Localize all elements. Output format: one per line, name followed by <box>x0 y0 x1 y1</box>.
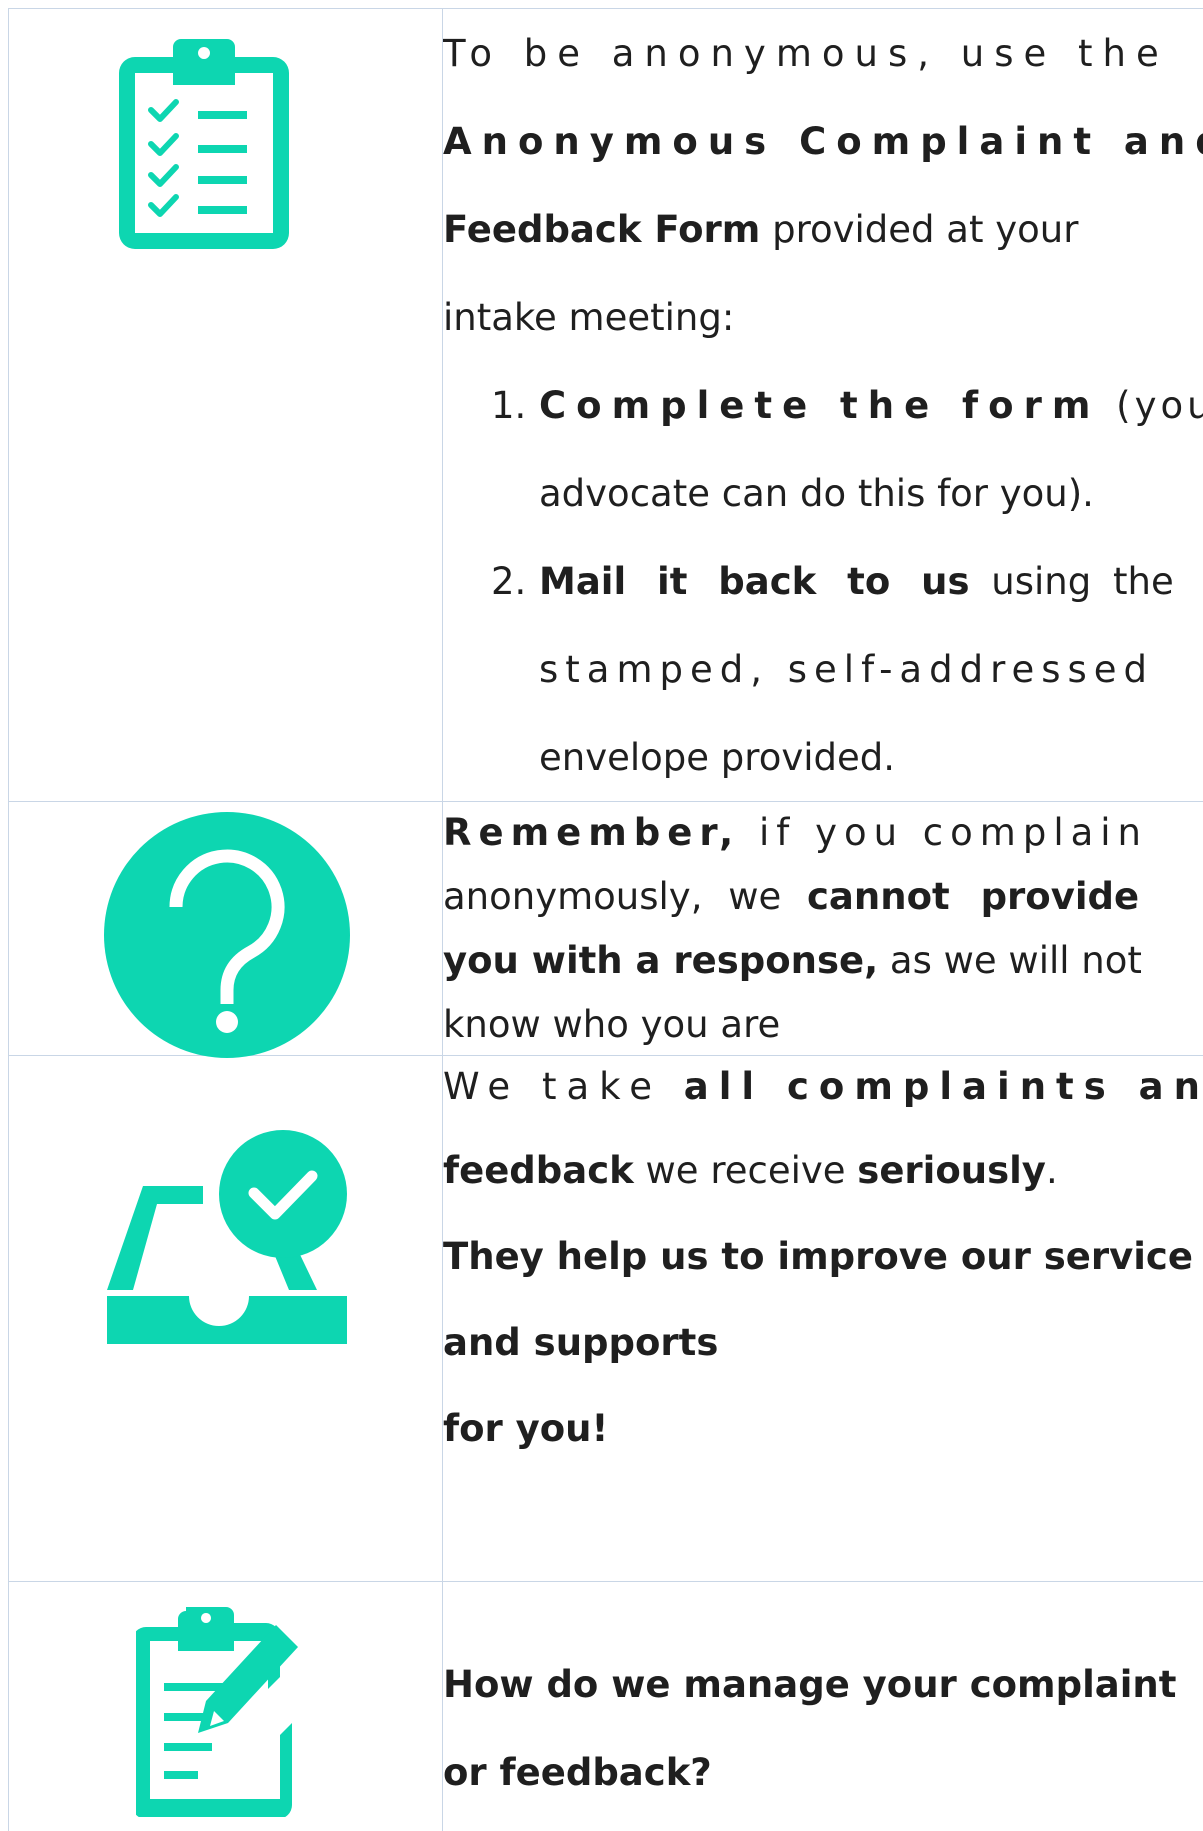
form-name-line-1: Anonymous Complaint and <box>443 120 1203 163</box>
text-cell: Remember, if you complain anonymously, w… <box>443 802 1203 1055</box>
intro-line-1: To be anonymous, use the <box>443 32 1169 75</box>
question-mark-icon <box>104 812 350 1058</box>
table-row-manage: How do we manage your complaint or feedb… <box>9 1582 1203 1831</box>
serious-line-5: for you! <box>443 1407 609 1450</box>
icon-cell <box>9 802 443 1058</box>
clipboard-checklist-icon <box>119 39 289 249</box>
remember-line-2: anonymously, we cannot provide <box>443 875 1140 918</box>
text-cell: How do we manage your complaint or feedb… <box>443 1582 1203 1831</box>
icon-cell <box>9 1056 443 1581</box>
text-cell: To be anonymous, use the Anonymous Compl… <box>443 9 1203 801</box>
intro-line-3: intake meeting: <box>443 296 735 339</box>
serious-line-4: and supports <box>443 1321 719 1364</box>
manage-line-1: How do we manage your complaint <box>443 1663 1177 1706</box>
intro-line-2: Feedback Form provided at your <box>443 208 1079 251</box>
step-number: 2. <box>491 560 527 603</box>
remember-line-3: you with a response, as we will not <box>443 939 1142 982</box>
step-1-line-1: Complete the form (your <box>539 384 1203 427</box>
table-row-remember: Remember, if you complain anonymously, w… <box>9 802 1203 1058</box>
step-2-line-1: Mail it back to us using the <box>539 560 1174 603</box>
remember-line-1: Remember, if you complain <box>443 811 1148 854</box>
form-name-line-2: Feedback Form <box>443 208 761 251</box>
icon-cell <box>9 1582 443 1831</box>
serious-line-1: We take all complaints and <box>443 1065 1203 1108</box>
serious-line-2: feedback we receive seriously. <box>443 1149 1058 1192</box>
step-2-title: Mail it back to us <box>539 560 970 603</box>
table-row-anonymous-form: To be anonymous, use the Anonymous Compl… <box>9 9 1203 802</box>
step-2-line-3: envelope provided. <box>539 736 895 779</box>
text-cell: We take all complaints and feedback we r… <box>443 1056 1203 1581</box>
manage-line-2: or feedback? <box>443 1751 712 1794</box>
step-number: 1. <box>491 384 527 427</box>
icon-cell <box>9 9 443 801</box>
inbox-checkmark-icon <box>107 1130 347 1344</box>
remember-line-4: know who you are <box>443 1003 781 1046</box>
step-2-line-2: stamped, self-addressed <box>539 648 1155 691</box>
table-row-seriously: We take all complaints and feedback we r… <box>9 1056 1203 1582</box>
info-table: To be anonymous, use the Anonymous Compl… <box>8 8 1203 1831</box>
step-1-title: Complete the form <box>539 384 1101 427</box>
clipboard-edit-icon <box>136 1607 298 1817</box>
serious-line-3: They help us to improve our service <box>443 1235 1193 1278</box>
step-1-line-2: advocate can do this for you). <box>539 472 1094 515</box>
